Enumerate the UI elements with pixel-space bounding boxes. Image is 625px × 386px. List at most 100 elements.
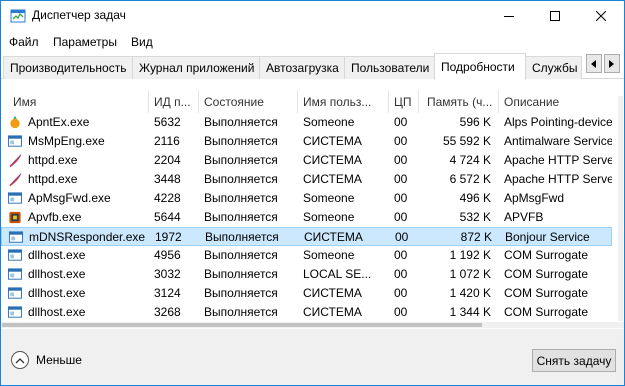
tab-scroll-left-button[interactable] — [586, 54, 602, 73]
column-header-status[interactable]: Состояние — [199, 90, 298, 113]
cell-name: ApntEx.exe — [28, 115, 90, 129]
cell-user: Someone — [303, 248, 355, 262]
cell-memory: 596 K — [459, 115, 491, 129]
task-manager-window: Диспетчер задач Файл Параметры Вид Произ… — [0, 0, 625, 386]
cell-description: COM Surrogate — [504, 305, 589, 319]
apache-feather-icon — [9, 172, 22, 187]
cell-status: Выполняется — [204, 248, 278, 262]
column-header-name[interactable]: Имя — [3, 90, 149, 113]
cell-memory: 1 344 K — [449, 305, 491, 319]
cell-pid: 3448 — [154, 172, 181, 186]
cell-status: Выполняется — [204, 191, 278, 205]
table-row[interactable]: Apvfb.exe 5644 Выполняется Someone 00 532 K AP… — [1, 208, 612, 227]
end-task-button[interactable]: Снять задачу — [532, 349, 616, 372]
tab-app-history[interactable]: Журнал приложений — [132, 56, 260, 79]
cell-description: Bonjour Service — [505, 230, 590, 244]
arrow-left-icon — [591, 59, 596, 68]
cell-description: ApMsgFwd — [504, 191, 565, 205]
cell-status: Выполняется — [204, 210, 278, 224]
cell-memory: 4 724 K — [449, 153, 491, 167]
cell-user: СИСТЕМА — [303, 172, 362, 186]
menu-options[interactable]: Параметры — [53, 35, 117, 49]
tab-startup[interactable]: Автозагрузка — [259, 56, 345, 79]
cell-pid: 3032 — [154, 267, 181, 281]
cell-name: dllhost.exe — [28, 305, 86, 319]
column-header-cpu[interactable]: ЦП — [389, 90, 419, 113]
task-manager-icon — [10, 9, 26, 23]
column-header-description[interactable]: Описание — [499, 90, 619, 113]
fewer-details-label[interactable]: Меньше — [36, 353, 82, 367]
table-header: Имя ИД п... Состояние Имя польз... ЦП Па… — [1, 90, 624, 113]
tab-scroll-right-button[interactable] — [604, 54, 620, 73]
cell-cpu: 00 — [394, 305, 408, 319]
cell-memory: 1 420 K — [449, 286, 491, 300]
tab-services[interactable]: Службы — [525, 56, 582, 79]
cell-user: СИСТЕМА — [303, 153, 362, 167]
cell-name: mDNSResponder.exe — [29, 230, 146, 244]
cell-memory: 872 K — [460, 230, 492, 244]
footer-bar: Меньше Снять задачу — [1, 329, 624, 385]
cell-status: Выполняется — [204, 134, 278, 148]
cell-name: dllhost.exe — [28, 267, 86, 281]
arrow-right-icon — [609, 59, 614, 68]
chevron-up-icon — [15, 357, 25, 363]
service-window-icon — [7, 306, 23, 318]
cell-user: LOCAL SE... — [303, 267, 372, 281]
minimize-icon — [504, 16, 514, 17]
cell-pid: 4228 — [154, 191, 181, 205]
cell-pid: 2116 — [154, 134, 180, 148]
cell-status: Выполняется — [204, 115, 278, 129]
cell-status: Выполняется — [204, 286, 278, 300]
cell-description: COM Surrogate — [504, 248, 589, 262]
cell-cpu: 00 — [394, 267, 408, 281]
cell-pid: 1972 — [155, 230, 182, 244]
cell-memory: 1 072 K — [449, 267, 491, 281]
tab-performance[interactable]: Производительность — [3, 56, 133, 79]
close-icon — [596, 11, 606, 21]
table-row[interactable]: dllhost.exe 3032 Выполняется LOCAL SE... 00 1… — [1, 265, 612, 284]
table-row[interactable]: mDNSResponder.exe 1972 Выполняется СИСТЕМА 0… — [1, 227, 612, 246]
table-row[interactable]: dllhost.exe 3124 Выполняется СИСТЕМА 00 1 420… — [1, 284, 612, 303]
tab-details[interactable]: Подробности — [434, 53, 526, 80]
close-button[interactable] — [578, 1, 624, 31]
cell-name: Apvfb.exe — [28, 210, 82, 224]
table-row[interactable]: httpd.exe 3448 Выполняется СИСТЕМА 00 6 572 K… — [1, 170, 612, 189]
minimize-button[interactable] — [486, 1, 532, 31]
cell-memory: 1 192 K — [449, 248, 491, 262]
tab-users[interactable]: Пользователи — [344, 56, 435, 79]
fewer-details-button[interactable] — [11, 351, 29, 369]
cell-description: COM Surrogate — [504, 286, 589, 300]
table-row[interactable]: dllhost.exe 4956 Выполняется Someone 00 1 192… — [1, 246, 612, 265]
service-window-icon — [8, 231, 24, 243]
service-window-icon — [7, 135, 23, 147]
window-title: Диспетчер задач — [32, 8, 126, 22]
cell-cpu: 00 — [394, 248, 408, 262]
cell-cpu: 00 — [394, 115, 408, 129]
horizontal-scrollbar[interactable] — [1, 322, 624, 328]
menu-view[interactable]: Вид — [131, 35, 153, 49]
table-row[interactable]: httpd.exe 2204 Выполняется СИСТЕМА 00 4 724 K… — [1, 151, 612, 170]
cell-status: Выполняется — [204, 153, 278, 167]
horizontal-scrollbar-thumb[interactable] — [2, 323, 482, 327]
cell-memory: 6 572 K — [449, 172, 491, 186]
cell-status: Выполняется — [205, 230, 279, 244]
column-header-memory[interactable]: Память (ч... — [419, 90, 499, 113]
cell-description: COM Surrogate — [504, 267, 589, 281]
apache-feather-icon — [9, 153, 22, 168]
maximize-button[interactable] — [532, 1, 578, 31]
vertical-scrollbar[interactable] — [618, 96, 623, 321]
cell-memory: 532 K — [459, 210, 491, 224]
table-row[interactable]: dllhost.exe 3268 Выполняется СИСТЕМА 00 1 344… — [1, 303, 612, 322]
column-header-pid[interactable]: ИД п... — [149, 90, 199, 113]
column-header-user[interactable]: Имя польз... — [298, 90, 389, 113]
table-row[interactable]: ApntEx.exe 5632 Выполняется Someone 00 596 K A… — [1, 113, 612, 132]
cell-pid: 2204 — [154, 153, 181, 167]
table-row[interactable]: MsMpEng.exe 2116 Выполняется СИСТЕМА 00 55 59… — [1, 132, 612, 151]
cell-user: СИСТЕМА — [303, 134, 362, 148]
table-row[interactable]: ApMsgFwd.exe 4228 Выполняется Someone 00 496 … — [1, 189, 612, 208]
cell-memory: 496 K — [459, 191, 491, 205]
menu-file[interactable]: Файл — [9, 35, 39, 49]
maximize-icon — [550, 11, 560, 21]
title-bar[interactable]: Диспетчер задач — [1, 1, 624, 31]
cell-user: Someone — [303, 210, 355, 224]
